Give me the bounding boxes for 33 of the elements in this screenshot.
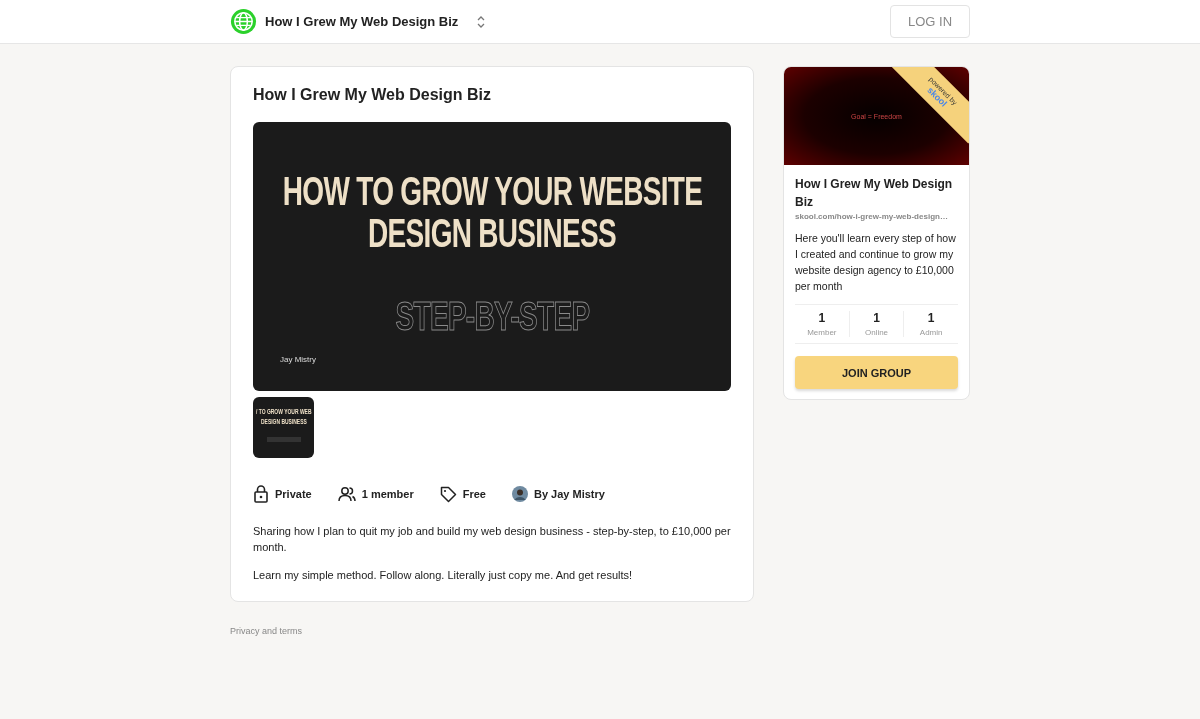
lock-icon [253, 485, 269, 503]
stat-label: Admin [919, 328, 943, 337]
join-group-button[interactable]: JOIN GROUP [795, 356, 958, 389]
meta-label: Private [275, 488, 312, 500]
slide-thumbnail[interactable]: / TO GROW YOUR WEB DESIGN BUSINESS [253, 397, 314, 458]
group-title: How I Grew My Web Design Biz [253, 86, 492, 104]
privacy-link[interactable]: Privacy and terms [230, 626, 754, 636]
group-url: skool.com/how-i-grew-my-web-design… [795, 212, 949, 221]
stat-label: Online [864, 328, 889, 337]
slide-author: Jay Mistry [280, 355, 316, 364]
thumbnail-text: / TO GROW YOUR WEB [255, 407, 312, 417]
card-description: Here you'll learn every step of how I created and continue to grow my website design agency to £10,000 per month [795, 231, 957, 294]
stat-label: Member [807, 328, 837, 337]
login-button[interactable]: LOG IN [890, 5, 970, 38]
thumbnail-text: DESIGN BUSINESS [260, 417, 307, 427]
slide-headline: HOW TO GROW YOUR WEBSITE [282, 170, 702, 212]
description-text: Learn my simple method. Follow along. Literally just copy me. And get results! [253, 568, 634, 583]
card-title: How I Grew My Web Design Biz [795, 176, 954, 211]
group-name[interactable]: How I Grew My Web Design Biz [265, 14, 459, 29]
chevron-updown-icon[interactable] [476, 14, 487, 29]
meta-label: Free [462, 488, 486, 500]
stat-value: 1 [927, 311, 935, 325]
stat-value: 1 [873, 311, 880, 325]
globe-icon [230, 8, 257, 35]
description-text: Sharing how I plan to quit my job and build my web design business - step-by-step, to £10,000 per month. [253, 524, 731, 555]
avatar-icon [511, 486, 528, 502]
meta-label: 1 member [361, 488, 414, 500]
meta-label: By Jay Mistry [533, 488, 605, 500]
slide-headline: DESIGN BUSINESS [368, 212, 616, 254]
tag-icon [439, 485, 457, 503]
stat-value: 1 [818, 311, 826, 325]
people-icon [337, 486, 356, 502]
slide-subtitle: STEP-BY-STEP [395, 294, 589, 339]
